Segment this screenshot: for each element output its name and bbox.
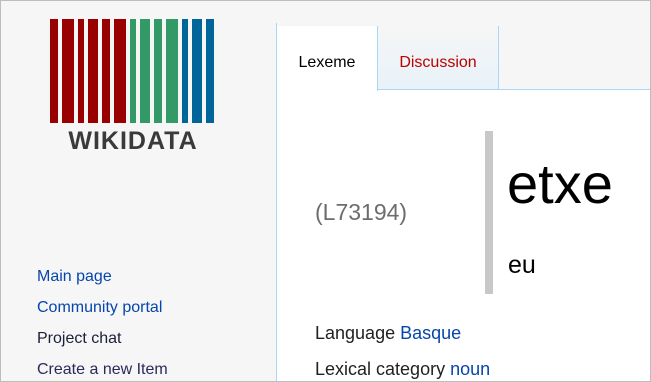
lexical-category-label: Lexical category: [315, 359, 446, 379]
sidebar-item-community-portal[interactable]: Community portal: [37, 292, 168, 323]
sidebar-nav: Main page Community portal Project chat …: [37, 261, 168, 381]
logo-bar: [154, 19, 162, 123]
logo-bar: [166, 19, 178, 123]
sidebar-item-create-item[interactable]: Create a new Item: [37, 354, 168, 381]
logo-wordmark: WIKIDATA: [68, 127, 198, 155]
lexeme-lemma: etxe: [507, 152, 613, 215]
lexical-category-value-link[interactable]: noun: [450, 359, 490, 379]
logo-bar: [50, 19, 58, 123]
sidebar-item-project-chat[interactable]: Project chat: [37, 323, 168, 354]
logo-bar: [78, 19, 84, 123]
tab-discussion[interactable]: Discussion: [378, 26, 499, 89]
lemma-language-code: eu: [508, 251, 536, 279]
wikidata-logo[interactable]: WIKIDATA: [48, 15, 218, 165]
logo-bar: [192, 19, 202, 123]
language-statement: Language Basque: [315, 323, 461, 344]
lexeme-id: (L73194): [315, 199, 408, 225]
sidebar: WIKIDATA Main page Community portal Proj…: [1, 1, 276, 381]
language-value-link[interactable]: Basque: [400, 323, 461, 343]
logo-bar: [140, 19, 150, 123]
logo-bar: [130, 19, 136, 123]
logo-bar: [88, 19, 98, 123]
language-label: Language: [315, 323, 396, 343]
tab-lexeme[interactable]: Lexeme: [277, 26, 378, 91]
barcode-logo-icon: [50, 19, 214, 123]
sidebar-item-main-page[interactable]: Main page: [37, 261, 168, 292]
header-divider: [485, 131, 493, 294]
logo-bar: [102, 19, 110, 123]
lexical-category-statement: Lexical category noun: [315, 359, 490, 380]
logo-bar: [182, 19, 188, 123]
logo-bar: [114, 19, 126, 123]
logo-bar: [206, 19, 214, 123]
page-frame: WIKIDATA Main page Community portal Proj…: [0, 0, 651, 382]
logo-bar: [62, 19, 74, 123]
